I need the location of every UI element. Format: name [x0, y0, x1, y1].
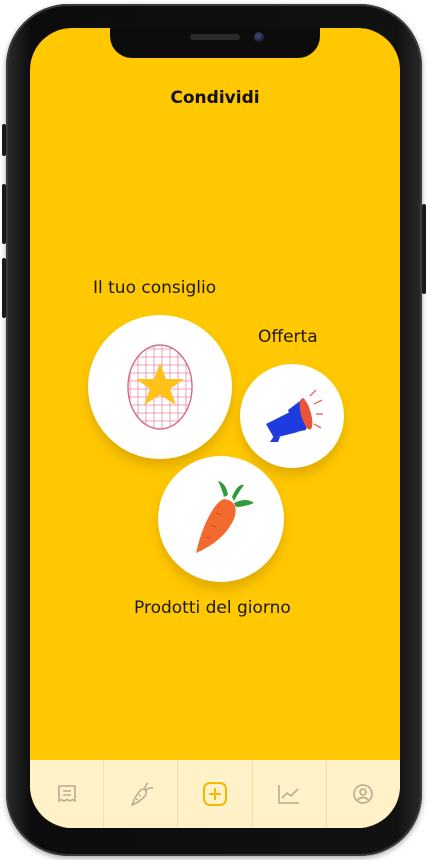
- tab-stats[interactable]: [253, 760, 327, 828]
- megaphone-icon: [266, 389, 323, 442]
- earpiece-speaker: [190, 34, 240, 40]
- tip-button[interactable]: [88, 315, 232, 459]
- receipt-icon: [57, 785, 76, 803]
- page-title: Condividi: [170, 88, 260, 108]
- volume-up-button: [2, 184, 6, 244]
- front-camera: [254, 32, 264, 42]
- power-button: [422, 204, 426, 294]
- user-circle-icon: [353, 784, 374, 804]
- tip-label: Il tuo consiglio: [93, 278, 217, 298]
- volume-down-button: [2, 258, 6, 318]
- star-in-egg-icon: [127, 344, 193, 430]
- products-label: Prodotti del giorno: [134, 598, 291, 618]
- bottom-tab-bar: [30, 760, 400, 828]
- mute-switch: [2, 124, 6, 156]
- plus-square-icon: [203, 782, 227, 806]
- chart-line-icon: [278, 785, 300, 804]
- carrot-outline-icon: [130, 782, 154, 807]
- screen: Condividi Il tuo consiglio Offerta Prodo…: [30, 28, 400, 828]
- tab-profile[interactable]: [327, 760, 400, 828]
- tab-add[interactable]: [178, 760, 253, 828]
- tab-products[interactable]: [104, 760, 179, 828]
- tab-receipt[interactable]: [30, 760, 105, 828]
- notch: [110, 28, 320, 58]
- carrot-icon: [196, 481, 254, 553]
- offer-label: Offerta: [258, 327, 318, 347]
- offer-button[interactable]: [240, 364, 344, 468]
- products-button[interactable]: [158, 456, 284, 582]
